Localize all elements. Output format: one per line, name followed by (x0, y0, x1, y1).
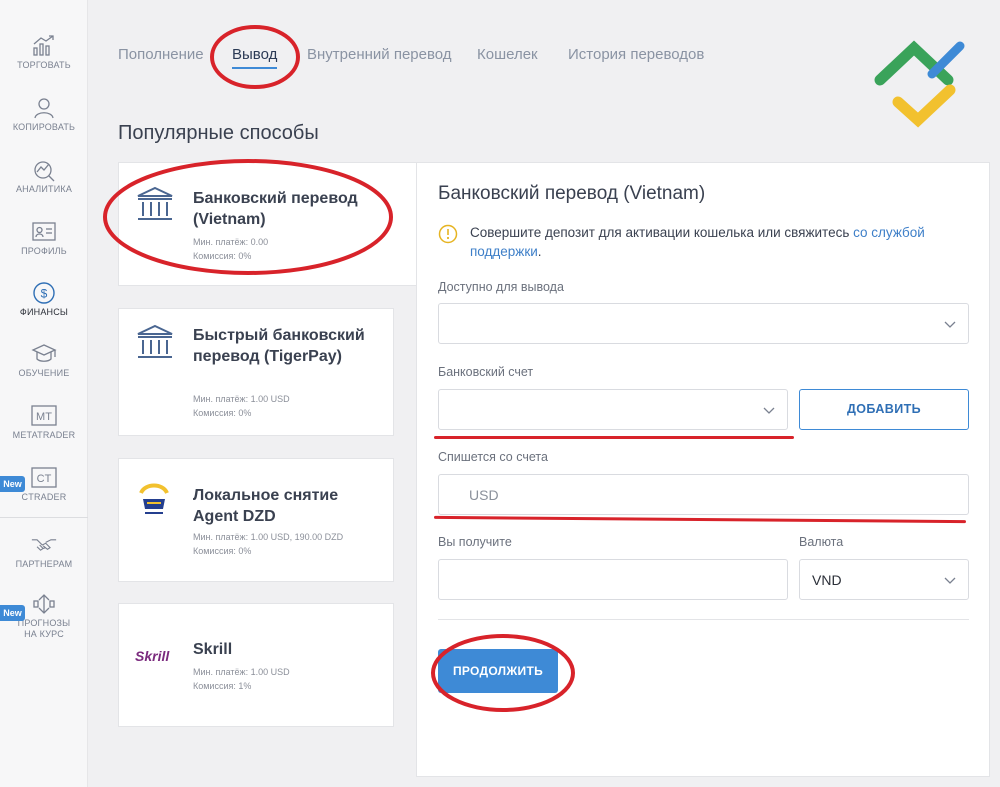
continue-button[interactable]: ПРОДОЛЖИТЬ (438, 649, 558, 693)
notice-text: Совершите депозит для активации кошелька… (470, 225, 854, 240)
method-fee: Комиссия: 1% (193, 681, 252, 691)
forecast-icon (33, 594, 55, 614)
annotation-underline-account (434, 436, 794, 439)
receive-amount-input[interactable] (438, 559, 788, 600)
notice-end: . (537, 244, 542, 259)
available-select[interactable] (438, 303, 969, 344)
svg-text:CT: CT (37, 473, 52, 485)
sidebar-item-label: ОБУЧЕНИЕ (18, 368, 70, 378)
debit-account-field[interactable]: USD (438, 474, 969, 515)
sidebar-item-education[interactable]: ОБУЧЕНИЕ (0, 342, 88, 379)
analytics-icon (34, 161, 55, 182)
handshake-icon (31, 539, 57, 551)
tab-deposit[interactable]: Пополнение (118, 46, 204, 63)
method-card-agent-dzd[interactable]: Локальное снятие Agent DZD Мин. платёж: … (118, 458, 394, 582)
agent-logo-icon (139, 483, 169, 514)
currency-value: VND (812, 572, 842, 588)
debit-value: USD (469, 487, 499, 503)
dollar-circle-icon: $ (33, 282, 55, 304)
sidebar-item-label: ПРОФИЛЬ (21, 246, 67, 256)
chevron-down-icon (944, 577, 956, 584)
chevron-down-icon (944, 321, 956, 328)
chevron-down-icon (763, 407, 775, 414)
bank-icon (137, 186, 173, 220)
sidebar-divider (0, 517, 88, 518)
method-card-bank-vietnam[interactable]: Банковский перевод (Vietnam) Мин. платёж… (118, 162, 418, 286)
bank-account-select[interactable] (438, 389, 788, 430)
bank-account-label: Банковский счет (438, 365, 534, 379)
currency-select[interactable]: VND (799, 559, 969, 600)
method-card-tigerpay[interactable]: Быстрый банковский перевод (TigerPay) Ми… (118, 308, 394, 436)
currency-label: Валюта (799, 535, 844, 549)
sidebar-item-finance[interactable]: $ ФИНАНСЫ (0, 281, 88, 318)
tab-wallet[interactable]: Кошелек (477, 46, 538, 63)
method-name: Банковский перевод (Vietnam) (193, 190, 358, 228)
sidebar-item-label: ПРОГНОЗЫ НА КУРС (17, 618, 71, 639)
svg-text:MT: MT (36, 411, 52, 423)
withdraw-panel: Банковский перевод (Vietnam) Совершите д… (416, 162, 990, 777)
add-account-button[interactable]: ДОБАВИТЬ (799, 389, 969, 430)
sidebar-item-profile[interactable]: ПРОФИЛЬ (0, 220, 88, 257)
method-name: Локальное снятие Agent DZD (193, 487, 339, 525)
bank-icon (137, 324, 173, 358)
sidebar-item-label: CTRADER (21, 492, 67, 502)
tab-internal-transfer[interactable]: Внутренний перевод (307, 46, 452, 63)
method-fee: Комиссия: 0% (193, 251, 252, 261)
user-icon (34, 98, 54, 119)
method-name: Быстрый банковский перевод (TigerPay) (193, 327, 365, 365)
debit-label: Спишется со счета (438, 450, 548, 464)
sidebar-item-copy[interactable]: КОПИРОВАТЬ (0, 96, 88, 133)
sidebar-item-label: ФИНАНСЫ (19, 307, 69, 317)
method-fee: Комиссия: 0% (193, 546, 252, 556)
method-fee: Комиссия: 0% (193, 408, 252, 418)
id-card-icon (32, 222, 56, 241)
sidebar-item-trade[interactable]: ТОРГОВАТЬ (0, 34, 88, 71)
sidebar-item-metatrader[interactable]: MT METATRADER (0, 404, 88, 441)
method-min-payment: Мин. платёж: 1.00 USD (193, 394, 290, 404)
tab-transfer-history[interactable]: История переводов (568, 46, 704, 63)
new-badge: New (0, 476, 25, 492)
panel-divider (438, 619, 969, 620)
available-label: Доступно для вывода (438, 280, 564, 294)
new-badge: New (0, 605, 25, 621)
panel-title: Банковский перевод (Vietnam) (438, 183, 706, 204)
skrill-logo-icon: Skrill (135, 648, 170, 664)
sidebar-item-label: ПАРТНЕРАМ (15, 559, 73, 569)
method-min-payment: Мин. платёж: 0.00 (193, 237, 269, 247)
sidebar: ТОРГОВАТЬ КОПИРОВАТЬ АНАЛИТИКА ПРОФИЛЬ $… (0, 0, 88, 787)
method-min-payment: Мин. платёж: 1.00 USD, 190.00 DZD (193, 532, 344, 542)
ct-icon: CT (31, 467, 57, 488)
notice: Совершите депозит для активации кошелька… (438, 223, 978, 261)
sidebar-item-label: КОПИРОВАТЬ (12, 122, 76, 132)
method-card-skrill[interactable]: Skrill Skrill Мин. платёж: 1.00 USD Коми… (118, 603, 394, 727)
sidebar-item-label: АНАЛИТИКА (15, 184, 73, 194)
sidebar-item-partners[interactable]: ПАРТНЕРАМ (0, 533, 88, 570)
method-name: Skrill (193, 641, 233, 658)
chart-growth-icon (33, 35, 54, 56)
section-title: Популярные способы (118, 122, 319, 144)
warning-icon (438, 224, 458, 244)
sidebar-item-label: ТОРГОВАТЬ (17, 60, 71, 70)
sidebar-item-label: METATRADER (12, 430, 76, 440)
graduation-cap-icon (31, 344, 57, 362)
tab-withdraw[interactable]: Вывод (232, 46, 278, 69)
mt-icon: MT (31, 405, 57, 426)
receive-label: Вы получите (438, 535, 512, 549)
brand-logo (874, 40, 965, 128)
method-min-payment: Мин. платёж: 1.00 USD (193, 667, 290, 677)
sidebar-item-analytics[interactable]: АНАЛИТИКА (0, 158, 88, 195)
svg-text:$: $ (41, 287, 48, 301)
